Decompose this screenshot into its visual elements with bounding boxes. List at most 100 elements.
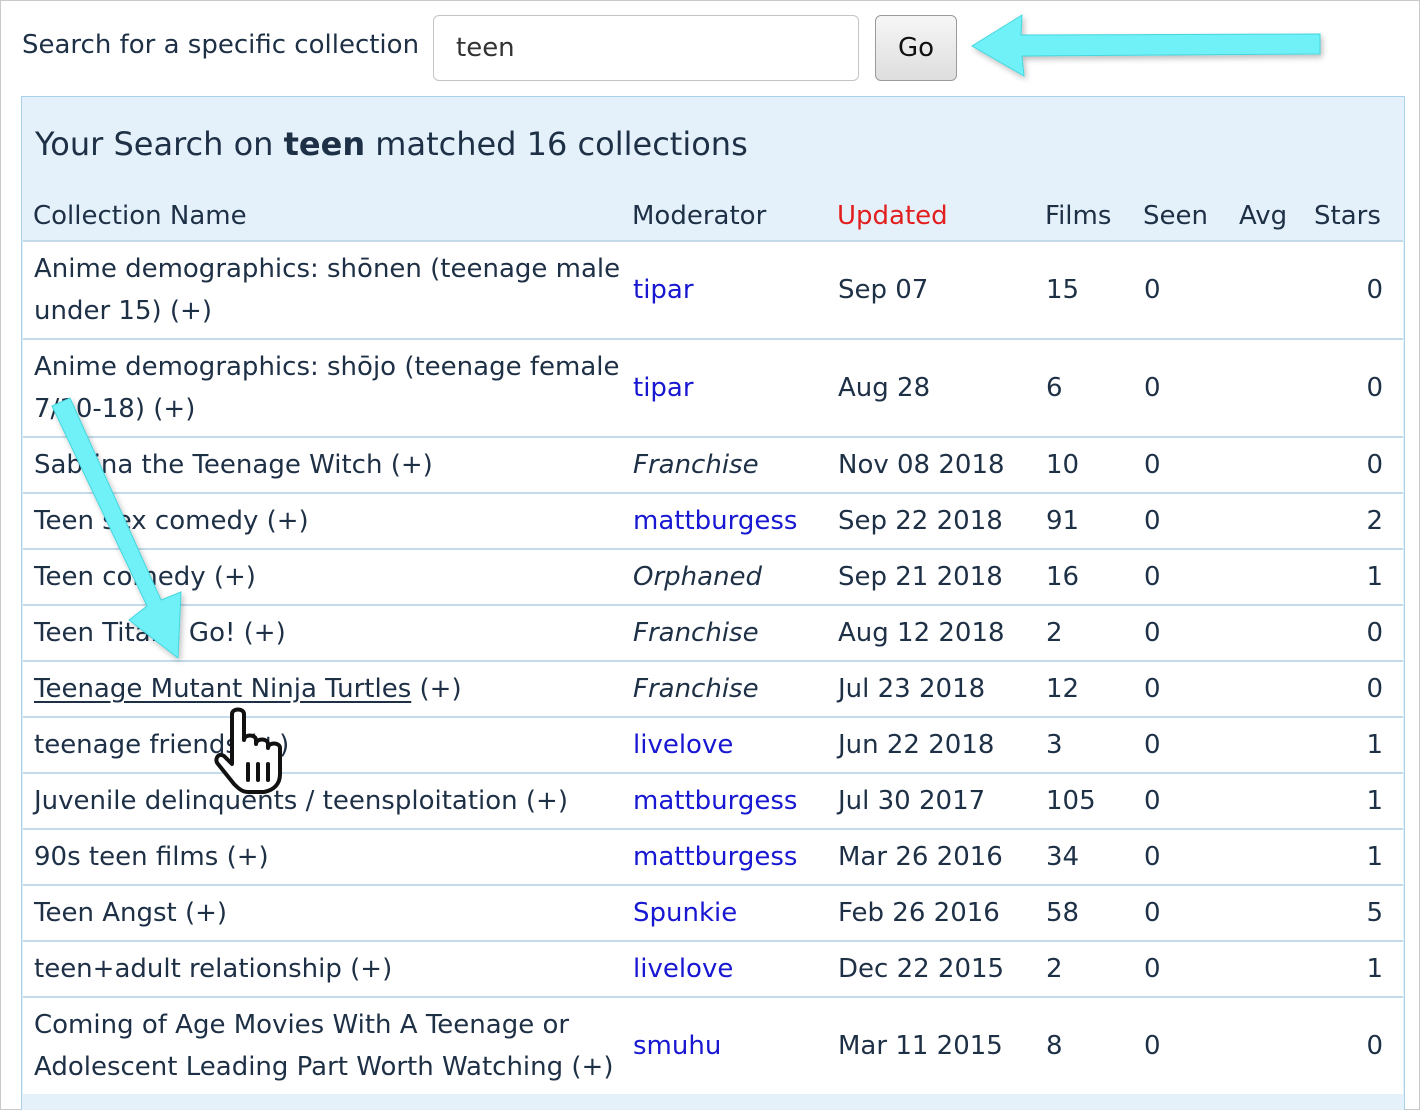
collection-link[interactable]: Sabrina the Teenage Witch (+) (34, 444, 433, 486)
table-row: Coming of Age Movies With A Teenage or A… (23, 996, 1403, 1094)
column-header-updated[interactable]: Updated (837, 201, 948, 231)
moderator-cell: Franchise (633, 450, 759, 480)
films-cell: 6 (1046, 373, 1063, 403)
collection-link[interactable]: teenage friends (+) (34, 724, 289, 766)
collection-name-cell[interactable]: Anime demographics: shōnen (teenage male… (34, 242, 624, 338)
results-panel: Your Search on teen matched 16 collectio… (21, 96, 1405, 1110)
collection-link[interactable]: Teen comedy (+) (34, 556, 256, 598)
go-button[interactable]: Go (875, 15, 957, 81)
table-row: Sabrina the Teenage Witch (+) Franchise No… (23, 436, 1403, 492)
films-cell: 105 (1046, 786, 1096, 816)
moderator-cell: Orphaned (633, 562, 763, 592)
updated-cell: Dec 22 2015 (838, 954, 1005, 984)
films-cell: 8 (1046, 1031, 1063, 1061)
stars-cell: 1 (1366, 562, 1383, 592)
collection-name-cell[interactable]: Sabrina the Teenage Witch (+) (34, 438, 624, 492)
collection-name-cell[interactable]: teen+adult relationship (+) (34, 942, 624, 996)
collection-name-cell[interactable]: Teen comedy (+) (34, 550, 624, 604)
films-cell: 91 (1046, 506, 1080, 536)
table-row: Teen sex comedy (+) mattburgess Sep 22 201… (23, 492, 1403, 548)
seen-cell: 0 (1144, 506, 1161, 536)
moderator-cell: Franchise (633, 618, 759, 648)
updated-cell: Sep 07 (838, 275, 929, 305)
column-header-moderator[interactable]: Moderator (632, 201, 766, 231)
seen-cell: 0 (1144, 898, 1161, 928)
table-row: 90s teen films (+) mattburgess Mar 26 2016… (23, 828, 1403, 884)
stars-cell: 0 (1366, 275, 1383, 305)
seen-cell: 0 (1144, 275, 1161, 305)
films-cell: 2 (1046, 954, 1063, 984)
collection-name-cell[interactable]: Anime demographics: shōjo (teenage femal… (34, 340, 624, 436)
films-cell: 16 (1046, 562, 1080, 592)
moderator-cell[interactable]: tipar (633, 340, 694, 436)
stars-cell: 0 (1366, 1031, 1383, 1061)
updated-cell: Jun 22 2018 (838, 730, 995, 760)
column-header-seen[interactable]: Seen (1143, 201, 1208, 231)
collection-link[interactable]: Teen sex comedy (+) (34, 500, 309, 542)
collection-name-cell[interactable]: Teen Titans Go! (+) (34, 606, 624, 660)
collection-link[interactable]: Coming of Age Movies With A Teenage or A… (34, 1004, 624, 1088)
seen-cell: 0 (1144, 562, 1161, 592)
collection-link[interactable]: Teen Titans Go! (+) (34, 612, 286, 654)
updated-cell: Sep 21 2018 (838, 562, 1003, 592)
moderator-cell[interactable]: tipar (633, 242, 694, 338)
collection-name-cell[interactable]: Coming of Age Movies With A Teenage or A… (34, 998, 624, 1094)
collection-name-cell[interactable]: Juvenile delinquents / teensploitation (… (34, 774, 624, 828)
seen-cell: 0 (1144, 373, 1161, 403)
updated-cell: Sep 22 2018 (838, 506, 1003, 536)
collection-name-cell[interactable]: Teen Angst (+) (34, 886, 624, 940)
moderator-cell[interactable]: mattburgess (633, 774, 797, 828)
table-row: teen+adult relationship (+) livelove Dec 2… (23, 940, 1403, 996)
collection-link[interactable]: teen+adult relationship (+) (34, 948, 392, 990)
collection-link[interactable]: Teenage Mutant Ninja Turtles (34, 668, 411, 710)
table-row: teenage friends (+) livelove Jun 22 2018 3 0… (23, 716, 1403, 772)
table-row: Teenage Mutant Ninja Turtles (+) Franchis… (23, 660, 1403, 716)
results-title: Your Search on teen matched 16 collectio… (35, 125, 748, 163)
column-header-avg[interactable]: Avg (1239, 201, 1287, 231)
updated-cell: Mar 11 2015 (838, 1031, 1003, 1061)
moderator-cell[interactable]: smuhu (633, 998, 721, 1094)
seen-cell: 0 (1144, 730, 1161, 760)
moderator-cell[interactable]: livelove (633, 718, 733, 772)
collection-expand-toggle[interactable]: (+) (411, 668, 462, 710)
seen-cell: 0 (1144, 954, 1161, 984)
collection-name-cell[interactable]: 90s teen films (+) (34, 830, 624, 884)
table-row: Juvenile delinquents / teensploitation (… (23, 772, 1403, 828)
moderator-cell: Franchise (633, 674, 759, 704)
collection-name-cell[interactable]: Teen sex comedy (+) (34, 494, 624, 548)
stars-cell: 1 (1366, 842, 1383, 872)
collection-link[interactable]: Anime demographics: shōjo (teenage femal… (34, 346, 624, 430)
collection-link[interactable]: 90s teen films (+) (34, 836, 269, 878)
moderator-cell[interactable]: mattburgess (633, 830, 797, 884)
collection-name-cell[interactable]: teenage friends (+) (34, 718, 624, 772)
table-row: Anime demographics: shōnen (teenage male… (23, 240, 1403, 338)
stars-cell: 1 (1366, 730, 1383, 760)
stars-cell: 0 (1366, 618, 1383, 648)
seen-cell: 0 (1144, 786, 1161, 816)
collection-name-cell[interactable]: Teenage Mutant Ninja Turtles (+) (34, 662, 624, 716)
seen-cell: 0 (1144, 674, 1161, 704)
films-cell: 15 (1046, 275, 1080, 305)
results-title-suffix: matched 16 collections (365, 125, 748, 163)
seen-cell: 0 (1144, 842, 1161, 872)
moderator-cell[interactable]: Spunkie (633, 886, 737, 940)
collection-link[interactable]: Anime demographics: shōnen (teenage male… (34, 248, 624, 332)
column-header-name[interactable]: Collection Name (33, 201, 247, 231)
seen-cell: 0 (1144, 618, 1161, 648)
moderator-cell[interactable]: mattburgess (633, 494, 797, 548)
updated-cell: Jul 23 2018 (838, 674, 986, 704)
search-input[interactable] (433, 15, 859, 81)
films-cell: 10 (1046, 450, 1080, 480)
updated-cell: Nov 08 2018 (838, 450, 1005, 480)
collection-link[interactable]: Juvenile delinquents / teensploitation (… (34, 780, 568, 822)
results-query: teen (283, 125, 366, 163)
table-row: Teen comedy (+) Orphaned Sep 21 2018 16 0 1 (23, 548, 1403, 604)
moderator-cell[interactable]: livelove (633, 942, 733, 996)
column-header-films[interactable]: Films (1045, 201, 1111, 231)
films-cell: 58 (1046, 898, 1080, 928)
column-header-stars[interactable]: Stars (1314, 201, 1381, 231)
stars-cell: 0 (1366, 373, 1383, 403)
updated-cell: Aug 28 (838, 373, 931, 403)
collection-link[interactable]: Teen Angst (+) (34, 892, 227, 934)
stars-cell: 0 (1366, 450, 1383, 480)
